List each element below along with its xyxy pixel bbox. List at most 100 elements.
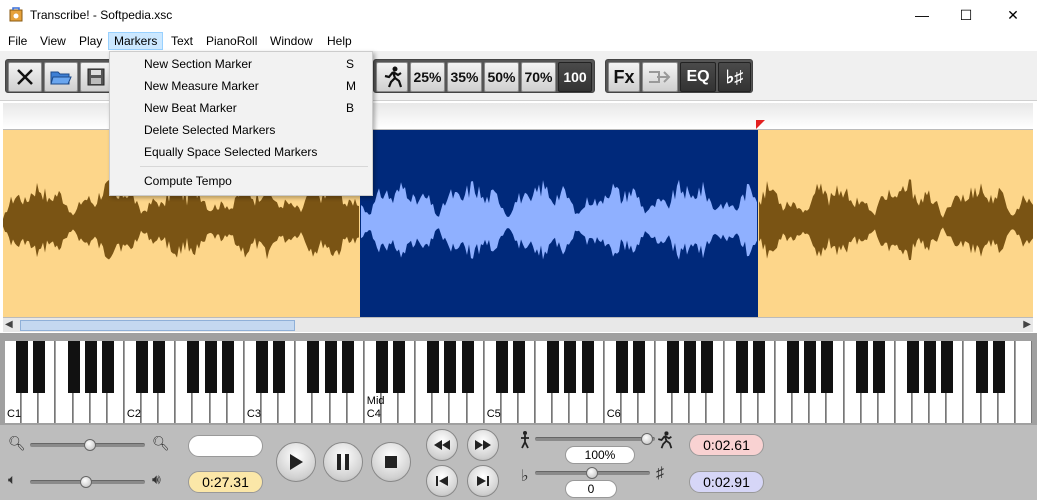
minimize-button[interactable]: — — [899, 0, 945, 30]
menu-file[interactable]: File — [3, 32, 32, 50]
piano-black-key[interactable] — [684, 341, 697, 393]
loop-arrow-icon — [649, 71, 671, 83]
piano-black-key[interactable] — [581, 341, 594, 393]
key-transpose-button[interactable]: ♭♯ — [718, 62, 751, 92]
play-button[interactable] — [276, 442, 316, 482]
piano-black-key[interactable] — [187, 341, 200, 393]
piano-black-key[interactable] — [872, 341, 885, 393]
go-to-start-button[interactable] — [426, 465, 458, 497]
close-icon — [17, 69, 33, 85]
speed-value-field[interactable]: 100% — [565, 446, 635, 464]
piano-black-key[interactable] — [907, 341, 920, 393]
piano-black-key[interactable] — [341, 341, 354, 393]
menu-view[interactable]: View — [35, 32, 71, 50]
piano-black-key[interactable] — [84, 341, 97, 393]
piano-black-key[interactable] — [427, 341, 440, 393]
go-to-end-button[interactable] — [467, 465, 499, 497]
piano-black-key[interactable] — [67, 341, 80, 393]
menu-item-compute-tempo[interactable]: Compute Tempo — [111, 170, 371, 192]
maximize-button[interactable]: ☐ — [943, 0, 989, 30]
menu-item-label: Compute Tempo — [144, 174, 232, 188]
piano-black-key[interactable] — [547, 341, 560, 393]
save-file-button[interactable] — [80, 62, 112, 92]
speed-70-button[interactable]: 70% — [521, 62, 556, 92]
piano-black-key[interactable] — [204, 341, 217, 393]
eq-button[interactable]: EQ — [680, 62, 716, 92]
piano-black-key[interactable] — [495, 341, 508, 393]
piano-black-key[interactable] — [307, 341, 320, 393]
piano-black-key[interactable] — [701, 341, 714, 393]
zoom-in-icon[interactable]: 🔍︎ — [152, 435, 170, 452]
speed-mode-button[interactable] — [376, 62, 408, 92]
menu-item-new-section-marker[interactable]: New Section Marker S — [111, 53, 371, 75]
piano-black-key[interactable] — [273, 341, 286, 393]
menu-markers[interactable]: Markers — [108, 32, 164, 50]
piano-black-key[interactable] — [101, 341, 114, 393]
piano-black-key[interactable] — [992, 341, 1005, 393]
piano-black-key[interactable] — [821, 341, 834, 393]
fast-forward-button[interactable] — [467, 429, 499, 461]
piano-black-key[interactable] — [513, 341, 525, 393]
piano-black-key[interactable] — [941, 341, 954, 393]
stop-button[interactable] — [371, 442, 411, 482]
piano-black-key[interactable] — [667, 341, 680, 393]
marker-flag-icon[interactable] — [756, 120, 766, 130]
speed-100-button[interactable]: 100 — [558, 62, 592, 92]
close-window-button[interactable]: ✕ — [990, 0, 1036, 30]
piano-black-key[interactable] — [855, 341, 868, 393]
piano-black-key[interactable] — [804, 341, 817, 393]
piano-keyboard[interactable]: C1 C2 C3 C4 C5 C6 Mid — [5, 341, 1033, 423]
piano-black-key[interactable] — [735, 341, 748, 393]
menu-item-delete-selected-markers[interactable]: Delete Selected Markers — [111, 119, 371, 141]
menu-item-new-measure-marker[interactable]: New Measure Marker M — [111, 75, 371, 97]
piano-black-key[interactable] — [924, 341, 937, 393]
piano-black-key[interactable] — [16, 341, 29, 393]
scroll-right-icon[interactable]: ▶ — [1023, 319, 1031, 330]
piano-black-key[interactable] — [975, 341, 988, 393]
speed-35-button[interactable]: 35% — [447, 62, 482, 92]
menu-pianoroll[interactable]: PianoRoll — [201, 32, 262, 50]
piano-black-key[interactable] — [752, 341, 765, 393]
rewind-button[interactable] — [426, 429, 458, 461]
piano-black-key[interactable] — [256, 341, 268, 393]
volume-slider-thumb[interactable] — [80, 476, 92, 488]
piano-black-key[interactable] — [324, 341, 337, 393]
piano-black-key[interactable] — [221, 341, 234, 393]
piano-black-key[interactable] — [615, 341, 628, 393]
speed-25-button[interactable]: 25% — [410, 62, 445, 92]
pitch-value-field[interactable]: 0 — [565, 480, 617, 498]
piano-black-key[interactable] — [461, 341, 474, 393]
scroll-thumb[interactable] — [20, 320, 295, 331]
menu-play[interactable]: Play — [74, 32, 107, 50]
piano-white-key[interactable] — [1015, 341, 1032, 423]
piano-black-key[interactable] — [444, 341, 457, 393]
menu-help[interactable]: Help — [322, 32, 357, 50]
menu-window[interactable]: Window — [265, 32, 318, 50]
piano-black-key[interactable] — [153, 341, 166, 393]
zoom-slider-thumb[interactable] — [84, 439, 96, 451]
open-file-button[interactable] — [44, 62, 78, 92]
zoom-out-icon[interactable]: 🔍︎ — [8, 435, 26, 452]
loop-forward-button[interactable] — [642, 62, 678, 92]
menu-text[interactable]: Text — [166, 32, 198, 50]
speed-50-button[interactable]: 50% — [484, 62, 519, 92]
piano-black-key[interactable] — [375, 341, 388, 393]
piano-black-key[interactable] — [564, 341, 577, 393]
piano-black-key[interactable] — [787, 341, 800, 393]
piano-black-key[interactable] — [393, 341, 406, 393]
pause-button[interactable] — [323, 442, 363, 482]
selection-end-display[interactable]: 0:02.91 — [689, 471, 764, 493]
speed-slider[interactable] — [535, 437, 655, 441]
close-file-button[interactable] — [8, 62, 42, 92]
menu-item-equally-space-markers[interactable]: Equally Space Selected Markers — [111, 141, 371, 163]
speed-slider-thumb[interactable] — [641, 433, 653, 445]
scroll-left-icon[interactable]: ◀ — [5, 319, 13, 330]
piano-black-key[interactable] — [33, 341, 46, 393]
fx-button[interactable]: Fx — [608, 62, 640, 92]
selection-start-display[interactable]: 0:02.61 — [689, 434, 764, 456]
menu-item-new-beat-marker[interactable]: New Beat Marker B — [111, 97, 371, 119]
piano-black-key[interactable] — [632, 341, 645, 393]
horizontal-scrollbar[interactable]: ◀ ▶ — [3, 317, 1033, 332]
pitch-slider-thumb[interactable] — [586, 467, 598, 479]
piano-black-key[interactable] — [136, 341, 149, 393]
